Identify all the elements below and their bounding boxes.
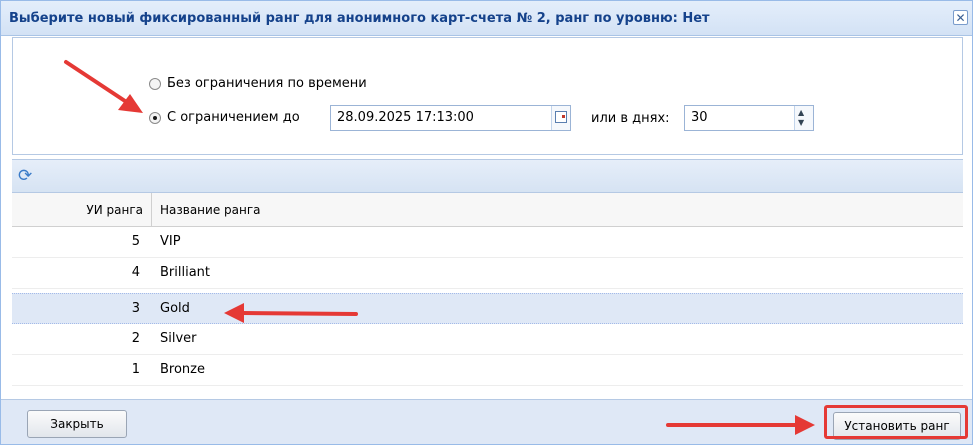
annotation-arrows xyxy=(64,60,815,435)
arrow-to-limited-option xyxy=(64,60,130,105)
arrow-to-gold-row xyxy=(240,311,358,316)
arrow-head xyxy=(224,303,244,323)
arrow-head xyxy=(795,415,815,435)
